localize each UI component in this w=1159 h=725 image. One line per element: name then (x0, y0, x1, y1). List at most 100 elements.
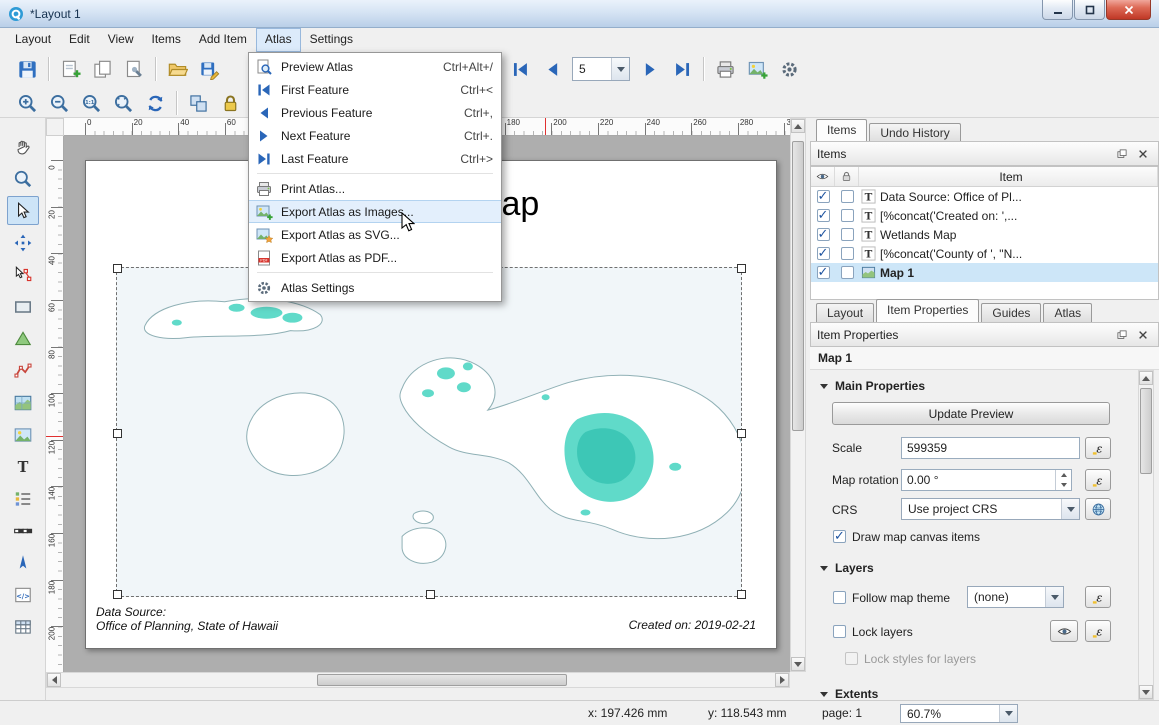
visibility-checkbox[interactable] (817, 209, 830, 222)
visibility-checkbox[interactable] (817, 266, 830, 279)
menu-item-export-atlas-as-pdf[interactable]: PDFExport Atlas as PDF... (249, 246, 501, 269)
resize-handle[interactable] (737, 264, 746, 273)
spin-down-button[interactable] (1056, 480, 1071, 490)
maximize-button[interactable] (1074, 0, 1105, 20)
close-panel-button[interactable] (1134, 327, 1152, 343)
group-items-button[interactable] (183, 89, 213, 117)
first-feature-button[interactable] (505, 55, 535, 83)
float-panel-button[interactable] (1113, 146, 1131, 162)
scale-input[interactable]: 599359 (901, 437, 1080, 459)
save-project-button[interactable] (12, 55, 42, 83)
chevron-down-icon[interactable] (611, 58, 629, 80)
lock-checkbox[interactable] (841, 228, 854, 241)
save-template-button[interactable] (194, 55, 224, 83)
menu-item-atlas-settings[interactable]: Atlas Settings (249, 276, 501, 299)
menu-atlas[interactable]: Atlas (256, 28, 301, 52)
scroll-right-button[interactable] (775, 673, 789, 687)
scroll-down-button[interactable] (1139, 685, 1153, 699)
export-atlas-images-button[interactable] (742, 55, 772, 83)
items-row-wetlands-map[interactable]: TWetlands Map (811, 225, 1158, 244)
tab-atlas[interactable]: Atlas (1043, 303, 1092, 322)
items-row-concat-created-on[interactable]: T[%concat('Created on: ',... (811, 206, 1158, 225)
add-polygon-tool-button[interactable] (7, 324, 39, 353)
zoom-out-button[interactable] (44, 89, 74, 117)
lock-items-button[interactable] (215, 89, 245, 117)
vertical-ruler[interactable]: 020406080100120140160180200220 (46, 136, 64, 672)
crs-select-button[interactable] (1085, 498, 1111, 520)
chevron-down-icon[interactable] (1061, 499, 1079, 519)
menu-item-export-atlas-as-svg[interactable]: Export Atlas as SVG... (249, 223, 501, 246)
group-extents[interactable]: Extents (820, 687, 878, 701)
add-picture-tool-button[interactable] (7, 420, 39, 449)
spin-up-button[interactable] (1056, 470, 1071, 480)
resize-handle[interactable] (737, 429, 746, 438)
properties-scrollbar[interactable] (1138, 370, 1154, 700)
close-panel-button[interactable] (1134, 146, 1152, 162)
minimize-button[interactable] (1042, 0, 1073, 20)
menu-item-preview-atlas[interactable]: Preview AtlasCtrl+Alt+/ (249, 55, 501, 78)
lock-checkbox[interactable] (841, 247, 854, 260)
item-column-header[interactable]: Item (859, 167, 1158, 186)
next-feature-button[interactable] (635, 55, 665, 83)
scroll-up-button[interactable] (791, 119, 805, 133)
menu-item-last-feature[interactable]: Last FeatureCtrl+> (249, 147, 501, 170)
visibility-checkbox[interactable] (817, 228, 830, 241)
float-panel-button[interactable] (1113, 327, 1131, 343)
add-attribute-table-tool-button[interactable] (7, 612, 39, 641)
chevron-down-icon[interactable] (999, 705, 1017, 722)
map-rotation-spinbox[interactable]: 0.00 ° (901, 469, 1072, 491)
menu-items[interactable]: Items (143, 28, 190, 52)
lock-layers-eye-button[interactable] (1050, 620, 1078, 642)
scroll-up-button[interactable] (1139, 371, 1153, 385)
open-template-button[interactable] (162, 55, 192, 83)
scroll-left-button[interactable] (47, 673, 61, 687)
lock-checkbox[interactable] (841, 190, 854, 203)
scroll-down-button[interactable] (791, 657, 805, 671)
previous-feature-button[interactable] (537, 55, 567, 83)
scroll-thumb[interactable] (317, 674, 567, 686)
data-source-label[interactable]: Data Source: Office of Planning, State o… (96, 605, 278, 633)
map-item-frame[interactable] (116, 267, 742, 597)
close-button[interactable] (1106, 0, 1151, 20)
scroll-thumb[interactable] (1140, 388, 1152, 474)
menu-add-item[interactable]: Add Item (190, 28, 256, 52)
menu-item-print-atlas[interactable]: Print Atlas... (249, 177, 501, 200)
menu-settings[interactable]: Settings (301, 28, 362, 52)
add-north-arrow-tool-button[interactable] (7, 548, 39, 577)
zoom-full-button[interactable] (108, 89, 138, 117)
visibility-column-header[interactable] (811, 167, 835, 186)
menu-edit[interactable]: Edit (60, 28, 99, 52)
atlas-settings-button[interactable] (774, 55, 804, 83)
edit-nodes-item-tool-button[interactable] (7, 260, 39, 289)
tab-layout[interactable]: Layout (816, 303, 874, 322)
select-move-item-tool-button[interactable] (7, 196, 39, 225)
print-atlas-button[interactable] (710, 55, 740, 83)
items-row-map-1[interactable]: Map 1 (811, 263, 1158, 282)
tab-items[interactable]: Items (816, 119, 867, 142)
tab-item-properties[interactable]: Item Properties (876, 299, 979, 322)
refresh-button[interactable] (140, 89, 170, 117)
add-map-tool-button[interactable] (7, 388, 39, 417)
rotation-data-defined-button[interactable]: ε (1085, 469, 1111, 491)
move-item-content-tool-button[interactable] (7, 228, 39, 257)
lock-layers-data-defined-button[interactable]: ε (1085, 620, 1111, 642)
visibility-checkbox[interactable] (817, 190, 830, 203)
canvas-horizontal-scrollbar[interactable] (46, 672, 790, 688)
created-on-label[interactable]: Created on: 2019-02-21 (629, 618, 756, 632)
zoom-actual-button[interactable]: 1:1 (76, 89, 106, 117)
visibility-checkbox[interactable] (817, 247, 830, 260)
menu-item-first-feature[interactable]: First FeatureCtrl+< (249, 78, 501, 101)
menu-item-next-feature[interactable]: Next FeatureCtrl+. (249, 124, 501, 147)
chevron-down-icon[interactable] (1045, 587, 1063, 607)
draw-map-canvas-items-checkbox[interactable] (833, 530, 846, 543)
pan-tool-button[interactable] (7, 132, 39, 161)
tab-guides[interactable]: Guides (981, 303, 1041, 322)
resize-handle[interactable] (737, 590, 746, 599)
lock-column-header[interactable] (835, 167, 859, 186)
atlas-feature-number-combo[interactable]: 5 (572, 57, 630, 81)
menu-view[interactable]: View (99, 28, 143, 52)
canvas-vertical-scrollbar[interactable] (790, 118, 806, 672)
new-layout-button[interactable] (55, 55, 85, 83)
menu-layout[interactable]: Layout (6, 28, 60, 52)
add-rectangle-tool-button[interactable] (7, 292, 39, 321)
